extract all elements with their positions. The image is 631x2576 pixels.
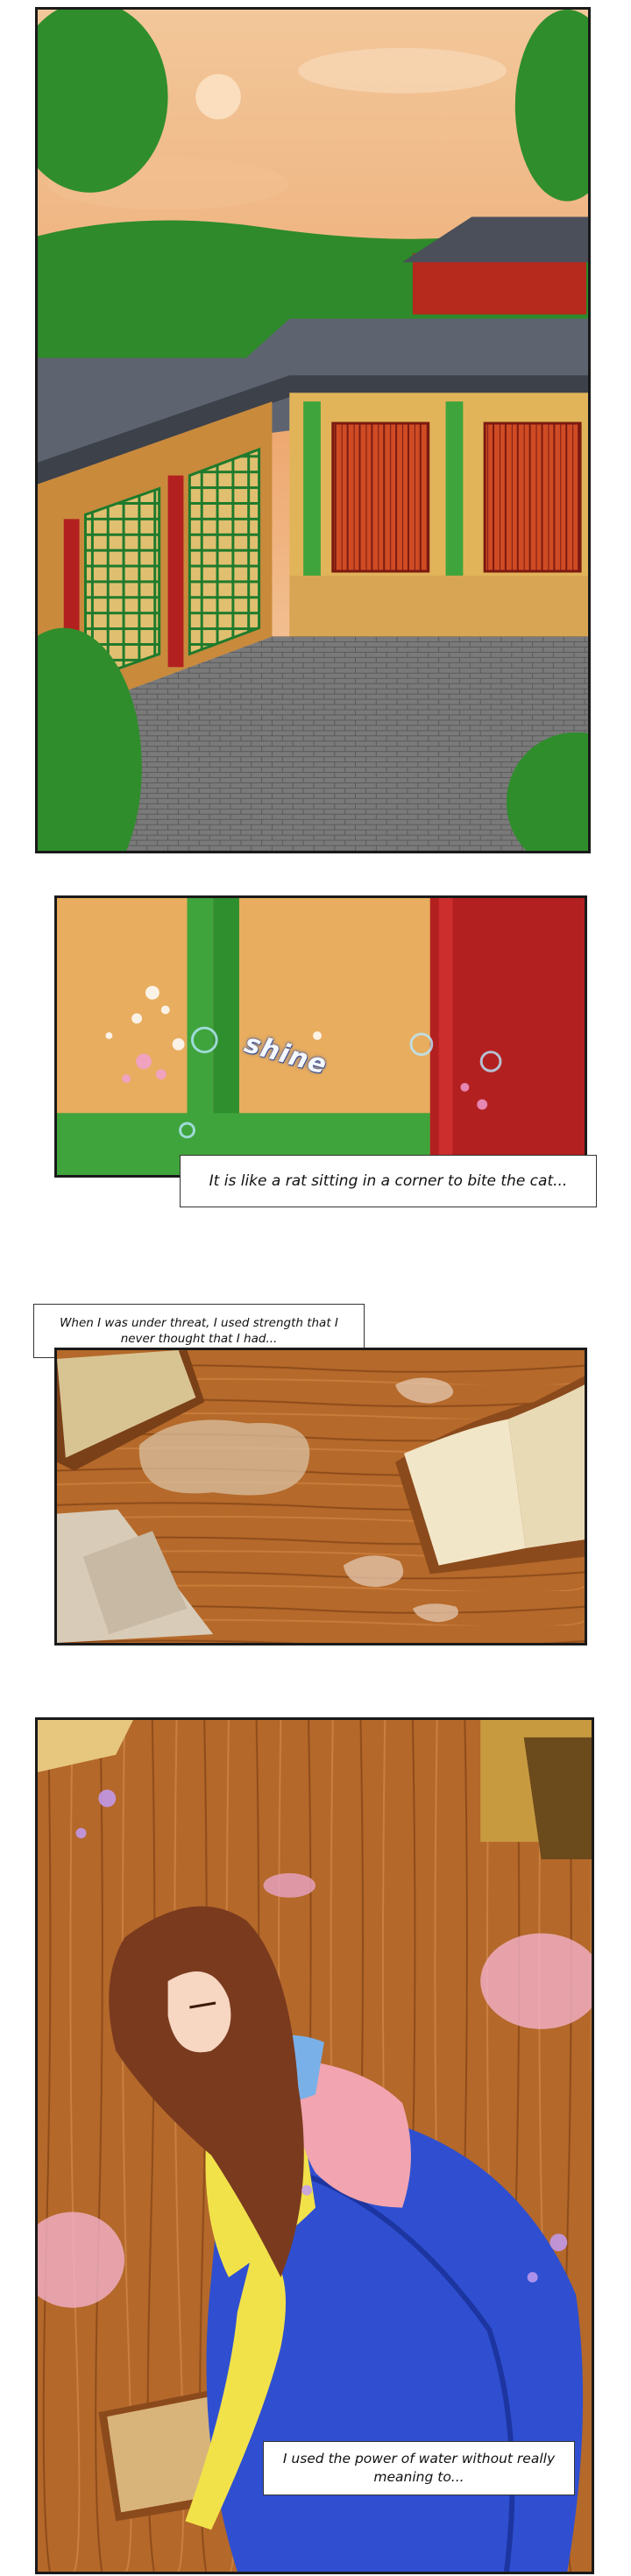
palace-courtyard-illustration [38,10,588,851]
narration-box: It is like a rat sitting in a corner to … [180,1155,597,1207]
floor-books-illustration [57,1350,585,1643]
narration-box: I used the power of water without really… [263,2441,575,2495]
sparkling-wall-illustration [57,898,585,1175]
panel-floor-books [54,1348,587,1645]
panel-palace-courtyard [35,7,591,853]
panel-sparkling-wall [54,895,587,1178]
